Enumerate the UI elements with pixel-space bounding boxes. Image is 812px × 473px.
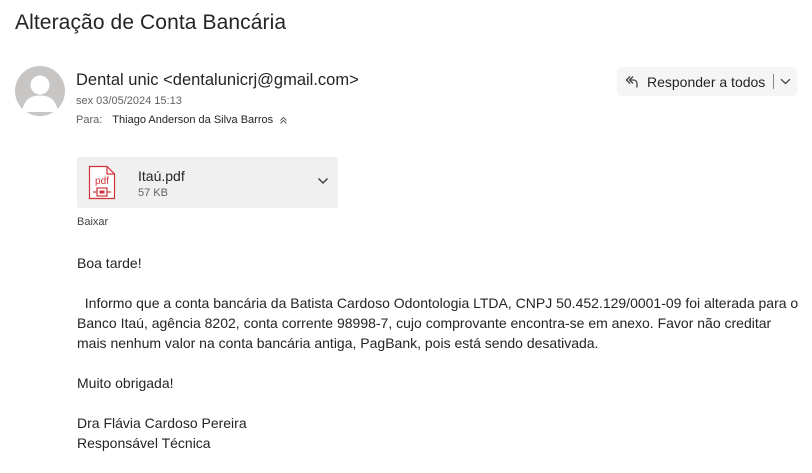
download-link[interactable]: Baixar bbox=[77, 216, 108, 228]
signature-name: Dra Flávia Cardoso Pereira bbox=[77, 415, 247, 431]
chevron-up-double-icon[interactable] bbox=[279, 116, 288, 125]
person-icon bbox=[22, 75, 58, 112]
recipient-name[interactable]: Thiago Anderson da Silva Barros bbox=[112, 114, 273, 126]
email-reading-pane: Alteração de Conta Bancária Dental unic … bbox=[0, 0, 812, 473]
attachment-card[interactable]: pdf Itaú.pdf 57 KB bbox=[77, 157, 338, 208]
reply-all-button[interactable]: Responder a todos bbox=[617, 67, 773, 96]
email-body: Boa tarde! Informo que a conta bancária … bbox=[77, 253, 802, 453]
sender-name[interactable]: Dental unic <dentalunicrj@gmail.com> bbox=[76, 71, 359, 90]
sent-date: sex 03/05/2024 15:13 bbox=[76, 95, 182, 107]
sender-avatar[interactable] bbox=[15, 66, 65, 116]
email-subject: Alteração de Conta Bancária bbox=[15, 11, 287, 34]
recipients-row: Para: Thiago Anderson da Silva Barros bbox=[76, 114, 288, 126]
body-paragraph: Informo que a conta bancária da Batista … bbox=[77, 295, 799, 351]
svg-text:pdf: pdf bbox=[95, 176, 109, 187]
reply-options-button[interactable] bbox=[774, 67, 796, 96]
reply-all-label: Responder a todos bbox=[647, 73, 766, 90]
to-label: Para: bbox=[76, 114, 103, 126]
attachment-filename: Itaú.pdf bbox=[138, 168, 185, 184]
pdf-file-icon: pdf bbox=[88, 165, 116, 205]
attachment-size: 57 KB bbox=[138, 187, 168, 199]
greeting: Boa tarde! bbox=[77, 255, 142, 271]
chevron-down-icon[interactable] bbox=[316, 174, 330, 188]
thanks-line: Muito obrigada! bbox=[77, 375, 174, 391]
signature-title: Responsável Técnica bbox=[77, 435, 211, 451]
reply-all-split-button: Responder a todos bbox=[617, 67, 797, 96]
chevron-down-icon bbox=[780, 78, 791, 85]
reply-all-icon bbox=[623, 74, 639, 90]
